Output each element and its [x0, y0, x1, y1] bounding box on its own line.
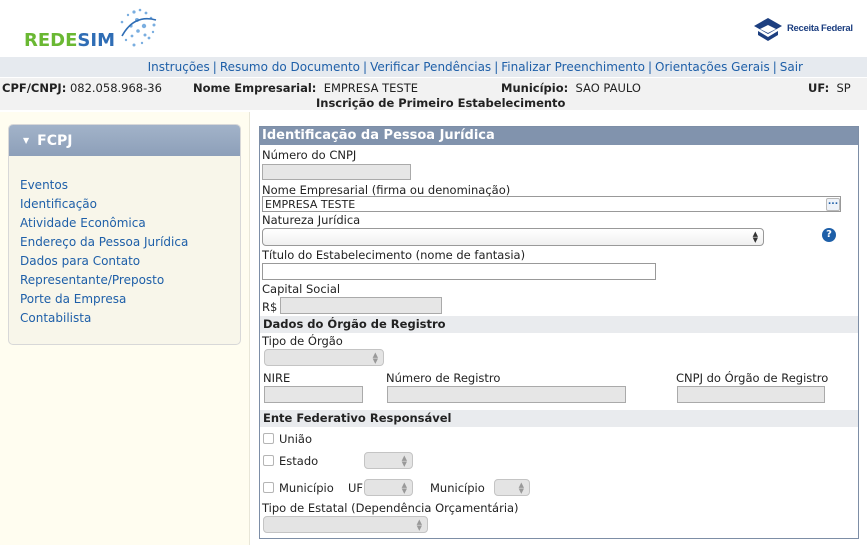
cpf-value: 082.058.968-36 [69, 81, 162, 95]
natureza-juridica-select[interactable]: ▲ ▼ [262, 228, 764, 246]
sidebar-item-porte-empresa[interactable]: Porte da Empresa [20, 292, 126, 306]
select-arrows-icon: ▲ ▼ [416, 517, 422, 532]
sidebar-item-dados-contato[interactable]: Dados para Contato [20, 254, 140, 268]
nav-verificar-pendencias[interactable]: Verificar Pendências [370, 60, 491, 74]
ente-federativo-section: Ente Federativo Responsável [260, 410, 858, 427]
uf-value: SP [836, 81, 851, 95]
page-subtitle: Inscrição de Primeiro Estabelecimento [316, 96, 566, 110]
cnpj-field [262, 164, 411, 180]
tipo-estatal-label: Tipo de Estatal (Dependência Orçamentári… [262, 501, 519, 515]
select-arrows-icon: ▲ ▼ [401, 453, 407, 468]
estado-checkbox[interactable] [263, 455, 274, 466]
nome-empresarial-field-label: Nome Empresarial (firma ou denominação) [262, 183, 511, 197]
sidebar-title: FCPJ [37, 133, 73, 149]
titulo-estabelecimento-label: Título do Estabelecimento (nome de fanta… [262, 248, 526, 262]
cnpj-orgao-field [677, 386, 825, 403]
caret-down-icon: ▼ [23, 136, 30, 145]
receita-federal-label: Receita Federal [787, 23, 853, 34]
select-arrows-icon: ▲ ▼ [752, 230, 758, 244]
select-arrows-icon: ▲ ▼ [372, 350, 378, 365]
nav-finalizar-preenchimento[interactable]: Finalizar Preenchimento [501, 60, 645, 74]
sidebar-item-contabilista[interactable]: Contabilista [20, 311, 91, 325]
tipo-orgao-select: ▲ ▼ [264, 349, 384, 366]
municipio-value: SAO PAULO [575, 81, 641, 95]
nav-resumo-documento[interactable]: Resumo do Documento [220, 60, 360, 74]
nav-instrucoes[interactable]: Instruções [148, 60, 210, 74]
capital-social-field [280, 297, 442, 314]
numero-registro-field [387, 386, 626, 403]
select-arrows-icon: ▲ ▼ [518, 480, 524, 495]
cnpj-orgao-label: CNPJ do Órgão de Registro [676, 371, 829, 385]
nire-label: NIRE [263, 371, 291, 385]
info-bar: CPF/CNPJ: 082.058.968-36 Nome Empresaria… [0, 78, 867, 110]
uf-select-label: UF [348, 481, 364, 495]
nome-empresarial-field[interactable]: EMPRESA TESTE [262, 196, 841, 212]
tipo-estatal-select: ▲ ▼ [263, 516, 428, 533]
top-nav: Instruções | Resumo do Documento | Verificar… [0, 57, 867, 77]
form-title: Identificação da Pessoa Jurídica [260, 127, 858, 145]
capital-currency-label: R$ [262, 300, 278, 314]
sidebar-item-eventos[interactable]: Eventos [20, 178, 68, 192]
sidebar-item-identificacao[interactable]: Identificação [20, 197, 97, 211]
nav-orientacoes-gerais[interactable]: Orientações Gerais [655, 60, 770, 74]
uf-select: ▲ ▼ [364, 479, 413, 496]
sidebar-header[interactable]: ▼ FCPJ [9, 125, 240, 156]
municipio-check-label: Município [279, 481, 334, 495]
uniao-label: União [279, 432, 312, 446]
municipio-label: Município: [501, 81, 569, 95]
nire-field [264, 386, 363, 403]
cnpj-label: Número do CNPJ [262, 148, 357, 162]
natureza-juridica-label: Natureza Jurídica [262, 213, 361, 227]
municipio-select-label: Município [430, 481, 485, 495]
redesim-wordmark: REDESIM [24, 30, 115, 51]
sidebar-item-atividade-economica[interactable]: Atividade Econômica [20, 216, 146, 230]
ellipsis-icon[interactable]: ... [826, 198, 840, 211]
orgao-registro-section: Dados do Órgão de Registro [260, 316, 858, 333]
cpf-label: CPF/CNPJ: [2, 81, 67, 95]
titulo-estabelecimento-field[interactable] [262, 263, 656, 280]
tipo-orgao-label: Tipo de Órgão [262, 334, 343, 348]
sidebar-item-endereco[interactable]: Endereço da Pessoa Jurídica [20, 235, 188, 249]
nome-empresarial-value: EMPRESA TESTE [323, 81, 418, 95]
estado-select: ▲ ▼ [364, 452, 413, 469]
estado-label: Estado [279, 454, 319, 468]
nome-empresarial-label: Nome Empresarial: [193, 81, 317, 95]
select-arrows-icon: ▲ ▼ [401, 480, 407, 495]
sidebar-item-representante[interactable]: Representante/Preposto [20, 273, 164, 287]
receita-emblem-icon [754, 18, 782, 41]
uniao-checkbox[interactable] [263, 433, 274, 444]
redesim-logo: REDESIM [24, 8, 159, 53]
uf-label: UF: [808, 81, 830, 95]
capital-social-label: Capital Social [262, 282, 341, 296]
numero-registro-label: Número de Registro [386, 371, 501, 385]
municipio-select: ▲ ▼ [494, 479, 530, 496]
municipio-checkbox[interactable] [263, 482, 274, 493]
help-icon[interactable]: ? [822, 228, 836, 242]
receita-federal-logo: Receita Federal [752, 16, 857, 42]
nav-sair[interactable]: Sair [780, 60, 803, 74]
